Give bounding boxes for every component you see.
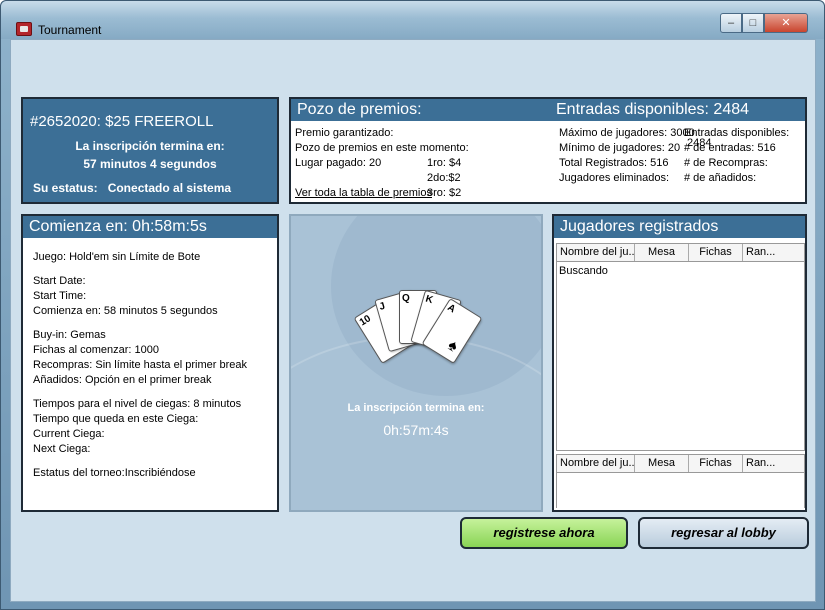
col-table-2[interactable]: Mesa xyxy=(635,455,689,472)
registration-closing-value: 57 minutos 4 segundos xyxy=(83,157,217,171)
freeroll-info-box: #2652020: $25 FREEROLL La inscripción te… xyxy=(21,97,279,204)
prize-pool-title: Pozo de premios: xyxy=(297,101,422,118)
start-countdown-header: Comienza en: 0h:58m:5s xyxy=(23,216,277,238)
col-table[interactable]: Mesa xyxy=(635,244,689,261)
col-chips[interactable]: Fichas xyxy=(689,244,743,261)
full-prize-table-link[interactable]: Ver toda la tabla de premios xyxy=(295,187,432,199)
window-title: Tournament xyxy=(38,23,102,37)
close-button[interactable]: ✕ xyxy=(764,13,808,33)
place-2-prize: 2do:$2 xyxy=(427,172,461,184)
tournament-status: Estatus del torneo:Inscribiéndose xyxy=(33,467,196,479)
rebuys-info: Recompras: Sin límite hasta el primer br… xyxy=(33,359,247,371)
min-players: Mínimo de jugadores: 20 xyxy=(559,142,681,154)
places-paid: Lugar pagado: 20 xyxy=(295,157,382,169)
status-row: Su estatus: Conectado al sistema xyxy=(33,181,241,195)
starts-in: Comienza en: 58 minutos 5 segundos xyxy=(33,305,218,317)
tournament-title: #2652020: $25 FREEROLL xyxy=(30,113,214,130)
col-player-name-2[interactable]: Nombre del ju... xyxy=(557,455,635,472)
players-table-header: Nombre del ju... Mesa Fichas Ran... xyxy=(557,244,804,262)
client-area: #2652020: $25 FREEROLL La inscripción te… xyxy=(10,39,816,602)
tournament-window: Tournament – □ ✕ #2652020: $25 FREEROLL … xyxy=(0,0,825,610)
royal-flush-cards-image: 10♠ J♠ Q♠ K♠ A♠ xyxy=(353,286,483,376)
starting-chips: Fichas al comenzar: 1000 xyxy=(33,344,159,356)
current-blind: Current Ciega: xyxy=(33,428,105,440)
players-table-secondary-header: Nombre del ju... Mesa Fichas Ran... xyxy=(557,455,804,473)
center-card-area: 10♠ J♠ Q♠ K♠ A♠ La inscripción termina e… xyxy=(289,214,543,512)
start-date: Start Date: xyxy=(33,275,86,287)
max-players: Máximo de jugadores: 3000 xyxy=(559,127,695,139)
maximize-button[interactable]: □ xyxy=(742,13,764,33)
place-3-prize: 3ro: $2 xyxy=(427,187,462,199)
window-controls: – □ ✕ xyxy=(720,13,816,35)
guaranteed-prize-label: Premio garantizado: xyxy=(295,127,394,139)
registration-closing-label: La inscripción termina en: xyxy=(75,139,225,153)
registration-countdown: 0h:57m:4s xyxy=(383,422,449,438)
col-rank-2[interactable]: Ran... xyxy=(743,455,777,472)
start-info-panel: Comienza en: 0h:58m:5s Juego: Hold'em si… xyxy=(21,214,279,512)
back-to-lobby-button[interactable]: regresar al lobby xyxy=(638,517,809,549)
players-table[interactable]: Nombre del ju... Mesa Fichas Ran... Busc… xyxy=(556,243,805,451)
time-left-blind: Tiempo que queda en este Ciega: xyxy=(33,413,199,425)
blind-level-time: Tiempos para el nivel de ciegas: 8 minut… xyxy=(33,398,242,410)
col-rank[interactable]: Ran... xyxy=(743,244,777,261)
addons-count: # de añadidos: xyxy=(684,172,757,184)
rebuys-count: # de Recompras: xyxy=(684,157,768,169)
entries-count: # de entradas: 516 xyxy=(684,142,776,154)
current-pool-label: Pozo de premios en este momento: xyxy=(295,142,469,154)
status-label: Su estatus: xyxy=(33,181,98,195)
registered-players-panel: Jugadores registrados Nombre del ju... M… xyxy=(552,214,807,512)
game-type: Juego: Hold'em sin Límite de Bote xyxy=(33,251,201,263)
start-info-body: Juego: Hold'em sin Límite de Bote Start … xyxy=(23,238,277,481)
title-bar[interactable]: Tournament – □ ✕ xyxy=(1,1,824,39)
col-player-name[interactable]: Nombre del ju... xyxy=(557,244,635,261)
players-table-secondary[interactable]: Nombre del ju... Mesa Fichas Ran... xyxy=(556,454,805,508)
prize-pool-panel: Pozo de premios: Entradas disponibles: 2… xyxy=(289,97,807,204)
searching-text: Buscando xyxy=(559,265,608,277)
players-eliminated: Jugadores eliminados: xyxy=(559,172,670,184)
status-value: Conectado al sistema xyxy=(107,181,232,195)
buy-in: Buy-in: Gemas xyxy=(33,329,106,341)
prize-pool-header: Pozo de premios: Entradas disponibles: 2… xyxy=(291,99,805,121)
addons-info: Añadidos: Opción en el primer break xyxy=(33,374,212,386)
register-now-button[interactable]: registrese ahora xyxy=(460,517,628,549)
total-registered: Total Registrados: 516 xyxy=(559,157,669,169)
registered-players-header: Jugadores registrados xyxy=(554,216,805,238)
place-1-prize: 1ro: $4 xyxy=(427,157,462,169)
col-chips-2[interactable]: Fichas xyxy=(689,455,743,472)
app-card-icon xyxy=(16,22,32,36)
registration-ends-label: La inscripción termina en: xyxy=(347,402,485,414)
start-time: Start Time: xyxy=(33,290,87,302)
minimize-button[interactable]: – xyxy=(720,13,742,33)
next-blind: Next Ciega: xyxy=(33,443,91,455)
players-table-body: Buscando xyxy=(557,262,804,280)
entries-available-header: Entradas disponibles: 2484 xyxy=(556,101,750,118)
